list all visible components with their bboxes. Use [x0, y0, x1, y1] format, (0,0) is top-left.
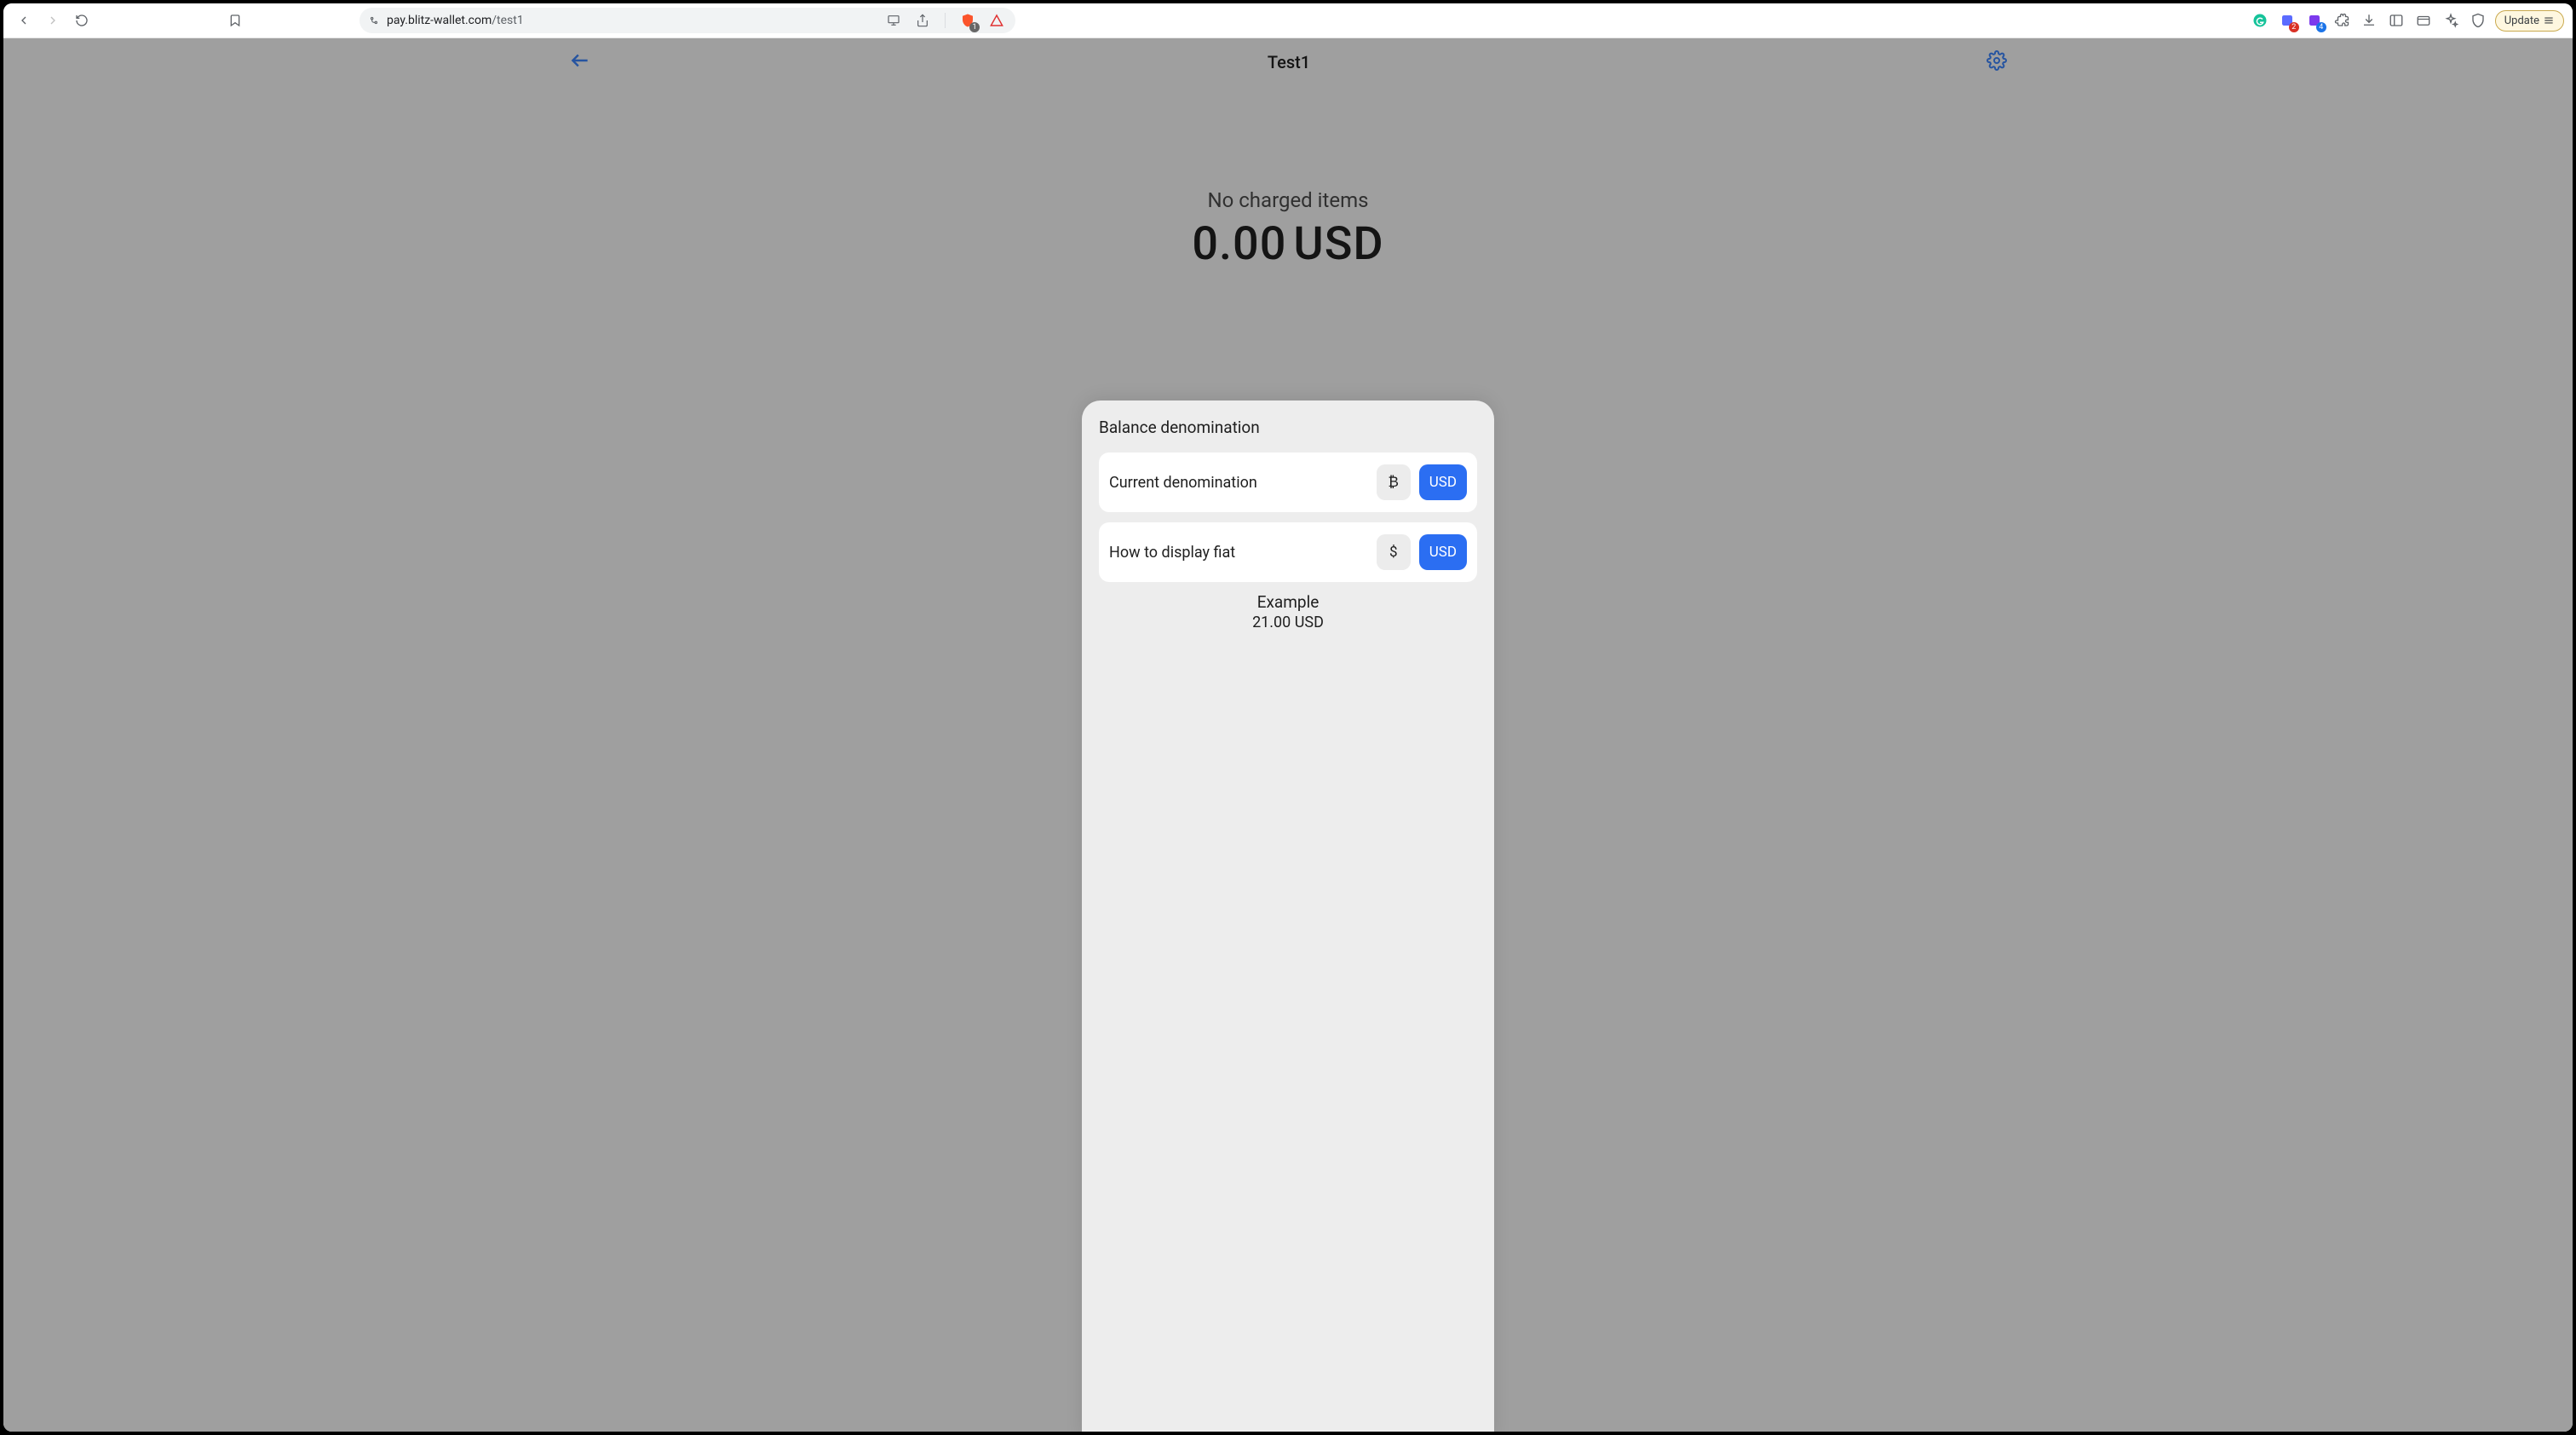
nav-forward-button[interactable]	[41, 9, 65, 32]
sidepanel-icon[interactable]	[2386, 10, 2406, 31]
page-viewport: Test1 No charged items 0.00USD Balance d…	[3, 38, 2573, 1432]
extension-2-icon[interactable]: 2	[2277, 10, 2297, 31]
brave-shields-icon[interactable]: 1	[957, 10, 978, 31]
brave-badge: 1	[969, 22, 980, 32]
extension-3-icon[interactable]: 4	[2304, 10, 2325, 31]
example-label: Example	[1099, 592, 1477, 612]
current-denomination-row: Current denomination ₿ USD	[1099, 452, 1477, 512]
denomination-usd-button[interactable]: USD	[1419, 464, 1467, 500]
hamburger-icon	[2543, 14, 2555, 26]
divider	[945, 13, 946, 28]
example-value: 21.00 USD	[1099, 614, 1477, 631]
extension-2-badge: 2	[2289, 22, 2299, 32]
display-fiat-row: How to display fiat $ USD	[1099, 522, 1477, 582]
url-bar[interactable]: pay.blitz-wallet.com/test1 1	[359, 8, 1015, 33]
downloads-icon[interactable]	[2359, 10, 2379, 31]
grammarly-icon[interactable]	[2250, 10, 2270, 31]
denomination-btc-button[interactable]: ₿	[1377, 464, 1411, 500]
privacy-shield-icon[interactable]	[2468, 10, 2488, 31]
wallet-icon[interactable]	[2413, 10, 2434, 31]
bookmark-icon[interactable]	[227, 12, 244, 29]
update-label: Update	[2504, 14, 2539, 27]
fiat-code-button[interactable]: USD	[1419, 534, 1467, 570]
brave-triangle-icon[interactable]	[986, 10, 1007, 31]
desktop-site-icon[interactable]	[883, 10, 904, 31]
update-button[interactable]: Update	[2495, 10, 2564, 32]
nav-back-button[interactable]	[12, 9, 36, 32]
modal-title: Balance denomination	[1099, 418, 1477, 437]
display-fiat-label: How to display fiat	[1109, 544, 1377, 562]
example-section: Example 21.00 USD	[1099, 592, 1477, 631]
site-info-icon[interactable]	[368, 14, 380, 26]
share-icon[interactable]	[912, 10, 933, 31]
browser-toolbar: pay.blitz-wallet.com/test1 1	[3, 3, 2573, 38]
current-denomination-toggle: ₿ USD	[1377, 464, 1467, 500]
display-fiat-toggle: $ USD	[1377, 534, 1467, 570]
current-denomination-label: Current denomination	[1109, 474, 1377, 492]
url-text: pay.blitz-wallet.com/test1	[387, 14, 877, 27]
extension-3-badge: 4	[2316, 22, 2326, 32]
sparkle-icon[interactable]	[2441, 10, 2461, 31]
fiat-symbol-button[interactable]: $	[1377, 534, 1411, 570]
balance-denomination-modal: Balance denomination Current denominatio…	[1082, 401, 1494, 1432]
nav-reload-button[interactable]	[70, 9, 94, 32]
extensions-puzzle-icon[interactable]	[2332, 10, 2352, 31]
